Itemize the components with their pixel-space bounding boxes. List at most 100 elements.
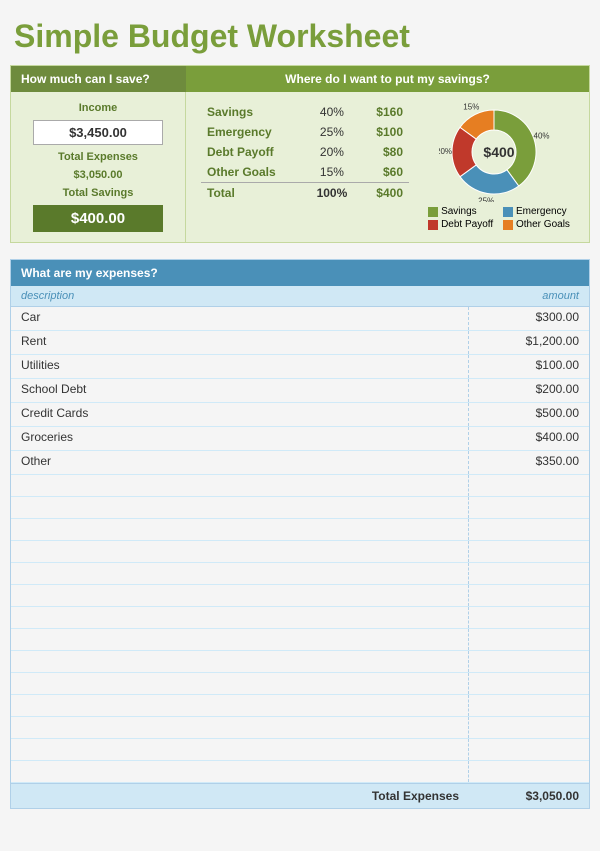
expense-desc-0: Car xyxy=(11,307,469,330)
legend-dot-0 xyxy=(428,207,438,217)
table-row xyxy=(11,717,589,739)
table-row: Utilities $100.00 xyxy=(11,355,589,379)
footer-total-value: $3,050.00 xyxy=(469,789,589,803)
expense-desc-3: School Debt xyxy=(11,379,469,402)
legend-label-2: Debt Payoff xyxy=(441,219,493,230)
top-content: Income Total Expenses $3,050.00 Total Sa… xyxy=(11,92,589,242)
savings-label-2: Debt Payoff xyxy=(201,142,305,162)
expense-amt-0: $300.00 xyxy=(469,307,589,330)
expense-amt-5: $400.00 xyxy=(469,427,589,450)
expenses-section: What are my expenses? description amount… xyxy=(10,259,590,809)
col-amount-header: amount xyxy=(469,290,589,302)
expense-desc-empty-5 xyxy=(11,585,469,606)
svg-text:20%: 20% xyxy=(439,147,452,156)
expenses-header: What are my expenses? xyxy=(11,260,589,286)
expense-amt-6: $350.00 xyxy=(469,451,589,474)
left-panel: Income Total Expenses $3,050.00 Total Sa… xyxy=(11,92,186,242)
expense-amt-4: $500.00 xyxy=(469,403,589,426)
page-title: Simple Budget Worksheet xyxy=(10,10,590,65)
expense-desc-empty-8 xyxy=(11,651,469,672)
expense-desc-4: Credit Cards xyxy=(11,403,469,426)
expense-amt-empty-3 xyxy=(469,541,589,562)
table-row xyxy=(11,541,589,563)
legend-item-1: Emergency xyxy=(503,206,570,217)
col-description-header: description xyxy=(11,290,469,302)
legend-dot-2 xyxy=(428,220,438,230)
expenses-col-header: description amount xyxy=(11,286,589,307)
expense-amt-empty-2 xyxy=(469,519,589,540)
expense-amt-empty-7 xyxy=(469,629,589,650)
expense-amt-empty-12 xyxy=(469,739,589,760)
expense-desc-empty-4 xyxy=(11,563,469,584)
legend-label-1: Emergency xyxy=(516,206,567,217)
total-savings-value: $400.00 xyxy=(33,205,163,232)
income-input[interactable] xyxy=(33,120,163,145)
footer-total-label: Total Expenses xyxy=(11,789,469,803)
expense-desc-2: Utilities xyxy=(11,355,469,378)
expense-desc-1: Rent xyxy=(11,331,469,354)
legend-label-0: Savings xyxy=(441,206,477,217)
chart-legend: Savings Emergency Debt Payoff Other Goal… xyxy=(428,206,570,230)
donut-center-label: $400 xyxy=(483,144,514,160)
table-row: Credit Cards $500.00 xyxy=(11,403,589,427)
legend-dot-3 xyxy=(503,220,513,230)
expense-amt-empty-9 xyxy=(469,673,589,694)
table-row xyxy=(11,497,589,519)
expense-amt-empty-1 xyxy=(469,497,589,518)
expense-amt-empty-0 xyxy=(469,475,589,496)
top-header: How much can I save? Where do I want to … xyxy=(11,66,589,92)
table-row xyxy=(11,607,589,629)
expense-amt-empty-8 xyxy=(469,651,589,672)
total-expenses-value: $3,050.00 xyxy=(74,169,123,181)
left-header-label: How much can I save? xyxy=(11,66,186,92)
expense-desc-6: Other xyxy=(11,451,469,474)
expense-desc-empty-12 xyxy=(11,739,469,760)
savings-label-4: Total xyxy=(201,183,305,204)
table-row: Other $350.00 xyxy=(11,451,589,475)
savings-amt-3: $60 xyxy=(359,162,409,183)
expense-amt-3: $200.00 xyxy=(469,379,589,402)
svg-text:15%: 15% xyxy=(463,103,479,112)
table-row xyxy=(11,651,589,673)
expense-amt-2: $100.00 xyxy=(469,355,589,378)
savings-amt-1: $100 xyxy=(359,122,409,142)
savings-label-3: Other Goals xyxy=(201,162,305,183)
legend-item-3: Other Goals xyxy=(503,219,570,230)
expense-rows: Car $300.00 Rent $1,200.00 Utilities $10… xyxy=(11,307,589,783)
expense-desc-empty-10 xyxy=(11,695,469,716)
chart-area: 40% 25% 20% 15% $400 Savings Emergency Debt… xyxy=(419,102,579,232)
expense-amt-empty-13 xyxy=(469,761,589,782)
table-row: School Debt $200.00 xyxy=(11,379,589,403)
expense-desc-empty-3 xyxy=(11,541,469,562)
income-label: Income xyxy=(79,102,118,114)
expense-desc-empty-1 xyxy=(11,497,469,518)
table-row xyxy=(11,563,589,585)
savings-amt-4: $400 xyxy=(359,183,409,204)
table-row xyxy=(11,673,589,695)
top-section: How much can I save? Where do I want to … xyxy=(10,65,590,243)
legend-item-2: Debt Payoff xyxy=(428,219,495,230)
expense-amt-empty-11 xyxy=(469,717,589,738)
savings-amt-2: $80 xyxy=(359,142,409,162)
legend-item-0: Savings xyxy=(428,206,495,217)
savings-label-0: Savings xyxy=(201,102,305,122)
expense-desc-empty-0 xyxy=(11,475,469,496)
table-row xyxy=(11,761,589,783)
expense-desc-empty-13 xyxy=(11,761,469,782)
savings-amt-0: $160 xyxy=(359,102,409,122)
savings-pct-2: 20% xyxy=(305,142,360,162)
expense-desc-empty-2 xyxy=(11,519,469,540)
expense-amt-1: $1,200.00 xyxy=(469,331,589,354)
total-expenses-label: Total Expenses xyxy=(58,151,138,163)
svg-text:25%: 25% xyxy=(478,196,494,202)
legend-label-3: Other Goals xyxy=(516,219,570,230)
expenses-footer: Total Expenses $3,050.00 xyxy=(11,783,589,808)
total-savings-label: Total Savings xyxy=(63,187,134,199)
svg-text:40%: 40% xyxy=(534,132,550,141)
expense-amt-empty-6 xyxy=(469,607,589,628)
savings-table: Savings 40% $160 Emergency 25% $100 Debt… xyxy=(201,102,409,232)
expense-desc-empty-9 xyxy=(11,673,469,694)
expense-amt-empty-10 xyxy=(469,695,589,716)
savings-pct-3: 15% xyxy=(305,162,360,183)
savings-pct-0: 40% xyxy=(305,102,360,122)
